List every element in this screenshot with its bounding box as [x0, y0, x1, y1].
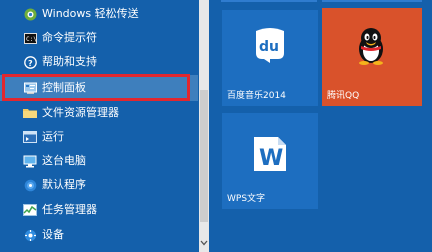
computer-icon	[23, 154, 37, 168]
menu-item-help-support[interactable]: ? 帮助和支持	[0, 50, 198, 74]
menu-item-label: 文件资源管理器	[42, 106, 119, 119]
tile-baidu-music[interactable]: du 百度音乐2014	[222, 10, 318, 106]
tile-label: 腾讯QQ	[327, 91, 360, 101]
devices-icon	[23, 228, 37, 242]
scroll-down-icon[interactable]	[199, 236, 209, 250]
menu-item-task-manager[interactable]: 任务管理器	[0, 198, 198, 222]
svg-text:W: W	[259, 146, 283, 171]
tile-strip	[221, 0, 317, 2]
menu-item-label: 这台电脑	[42, 154, 86, 167]
svg-text:C:\: C:\	[26, 36, 37, 43]
selection-highlight-box	[2, 74, 190, 101]
baidu-music-icon: du	[250, 27, 290, 67]
run-icon	[23, 130, 37, 144]
help-icon: ?	[23, 55, 37, 69]
tile-wps-writer[interactable]: W WPS文字	[222, 113, 318, 209]
menu-item-this-pc[interactable]: 这台电脑	[0, 149, 198, 173]
tile-label: WPS文字	[227, 194, 266, 204]
tile-tencent-qq[interactable]: 腾讯QQ	[322, 8, 422, 106]
svg-text:?: ?	[28, 59, 33, 68]
menu-item-run[interactable]: 运行	[0, 125, 198, 149]
task-manager-icon	[23, 203, 37, 217]
menu-item-devices[interactable]: 设备	[0, 223, 198, 247]
menu-item-file-explorer[interactable]: 文件资源管理器	[0, 101, 198, 125]
qq-penguin-icon	[356, 27, 386, 69]
folder-icon	[23, 106, 37, 120]
menu-item-label: 默认程序	[42, 178, 86, 191]
tile-label: 百度音乐2014	[227, 91, 286, 101]
start-menu-list: Windows 轻松传送 C:\ 命令提示符 ? 帮助和支持 控制面板 文件资源…	[0, 0, 198, 252]
menu-item-label: Windows 轻松传送	[42, 7, 139, 20]
menu-item-label: 运行	[42, 130, 64, 143]
transfer-icon	[23, 7, 37, 21]
menu-item-command-prompt[interactable]: C:\ 命令提示符	[0, 26, 198, 50]
svg-text:du: du	[259, 39, 279, 55]
menu-item-label: 帮助和支持	[42, 55, 97, 68]
start-tiles-area: du 百度音乐2014 腾讯QQ W WPS文字	[209, 0, 432, 252]
menu-item-windows-easy-transfer[interactable]: Windows 轻松传送	[0, 2, 198, 26]
menu-scrollbar[interactable]	[199, 0, 209, 252]
menu-item-label: 设备	[42, 228, 64, 241]
menu-item-label: 命令提示符	[42, 31, 97, 44]
menu-item-label: 任务管理器	[42, 203, 97, 216]
menu-item-default-programs[interactable]: 默认程序	[0, 173, 198, 197]
wps-writer-icon: W	[254, 137, 286, 175]
default-programs-icon	[23, 178, 37, 192]
scrollbar-thumb[interactable]	[200, 90, 208, 222]
tile-strip	[322, 0, 422, 2]
cmd-icon: C:\	[23, 31, 37, 45]
